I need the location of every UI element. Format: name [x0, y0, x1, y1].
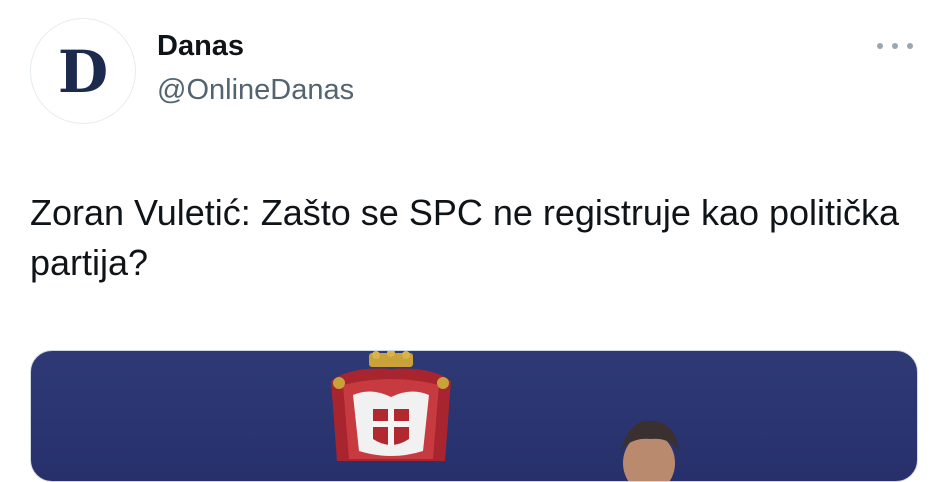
author-display-name[interactable]: Danas	[157, 28, 244, 64]
tweet-text: Zoran Vuletić: Zašto se SPC ne registruj…	[30, 192, 900, 283]
person-head	[621, 420, 679, 481]
avatar-letter: D	[57, 38, 109, 106]
photo-content	[331, 351, 679, 481]
more-options-icon[interactable]	[877, 36, 913, 56]
more-dot	[907, 43, 913, 49]
author-handle[interactable]: @OnlineDanas	[157, 72, 354, 108]
more-dot	[877, 43, 883, 49]
tweet-media-photo[interactable]	[30, 350, 918, 482]
avatar[interactable]: D	[30, 18, 136, 124]
more-dot	[892, 43, 898, 49]
coat-of-arms-icon	[331, 351, 451, 461]
